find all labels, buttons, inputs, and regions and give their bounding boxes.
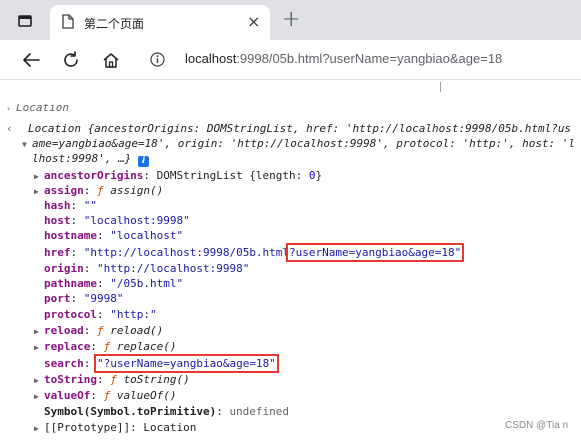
function-icon: ƒ bbox=[97, 324, 104, 337]
prop-hash: hash: "" bbox=[44, 199, 97, 212]
prop-valueOf[interactable]: ▶ valueOf: ƒ valueOf() bbox=[34, 388, 176, 403]
address-host: localhost bbox=[185, 51, 237, 66]
prop-replace[interactable]: ▶ replace: ƒ replace() bbox=[34, 339, 176, 354]
prop-ancestorOrigins[interactable]: ▶ ancestorOrigins: DOMStringList {length:… bbox=[34, 168, 322, 183]
prop-port: port: "9998" bbox=[44, 292, 124, 305]
close-tab-icon[interactable]: × bbox=[247, 14, 260, 30]
prop-host: host: "localhost:9998" bbox=[44, 214, 190, 227]
prop-href: href: "http://localhost:9998/05b.html?us… bbox=[44, 243, 465, 262]
prop-reload[interactable]: ▶ reload: ƒ reload() bbox=[34, 323, 163, 338]
reload-icon bbox=[64, 51, 78, 67]
site-info-icon[interactable] bbox=[150, 52, 165, 67]
prop-toString[interactable]: ▶ toString: ƒ toString() bbox=[34, 372, 190, 387]
prop-prototype[interactable]: ▶ [[Prototype]]: Location bbox=[34, 420, 196, 435]
expand-caret-icon: ▶ bbox=[34, 187, 39, 196]
prop-pathname: pathname: "/05b.html" bbox=[44, 277, 184, 290]
page-icon bbox=[62, 14, 74, 29]
bookmarks-separator bbox=[440, 82, 441, 92]
result-caret-icon: ‹ bbox=[6, 122, 13, 135]
expanded-caret-icon: ▼ bbox=[22, 140, 27, 149]
console-result-line[interactable]: ‹ Location {ancestorOrigins: DOMStringLis… bbox=[6, 121, 571, 136]
expand-caret-icon: ▶ bbox=[34, 343, 39, 352]
info-icon[interactable]: i bbox=[137, 156, 149, 167]
tab-strip: 第二个页面 × + bbox=[0, 0, 581, 40]
home-icon bbox=[103, 52, 119, 68]
caret-right-icon: › bbox=[6, 104, 11, 113]
tab-title: 第二个页面 bbox=[84, 17, 145, 31]
watermark: CSDN @Tia n bbox=[505, 420, 569, 431]
home-button[interactable] bbox=[98, 47, 124, 73]
expand-caret-icon: ▶ bbox=[34, 327, 39, 336]
console-panel: › Location ‹ Location {ancestorOrigins: DO… bbox=[0, 104, 581, 442]
address-path: :9998/05b.html?userName=yangbiao&age=18 bbox=[236, 51, 503, 66]
window-icon bbox=[18, 15, 32, 27]
prop-symbol-toPrimitive: Symbol(Symbol.toPrimitive): undefined bbox=[44, 405, 290, 418]
result-summary-wrap-1[interactable]: ▼ ame=yangbiao&age=18', origin: 'http://l… bbox=[22, 136, 575, 151]
href-query-highlight: ?userName=yangbiao&age=18" bbox=[286, 243, 465, 262]
address-bar[interactable]: localhost:9998/05b.html?userName=yangbia… bbox=[185, 51, 502, 66]
expand-caret-icon: ▶ bbox=[34, 376, 39, 385]
function-icon: ƒ bbox=[103, 340, 111, 353]
back-button[interactable] bbox=[18, 47, 44, 73]
function-icon: ƒ bbox=[103, 389, 111, 402]
result-summary-text: ancestorOrigins: DOMStringList, href: 'h… bbox=[94, 122, 572, 135]
tab-actions-button[interactable] bbox=[8, 8, 42, 34]
tab-active[interactable]: 第二个页面 × bbox=[50, 5, 270, 40]
bookmarks-bar bbox=[0, 80, 581, 104]
prop-protocol: protocol: "http:" bbox=[44, 308, 157, 321]
search-value-highlight: "?userName=yangbiao&age=18" bbox=[94, 354, 279, 373]
function-icon: ƒ bbox=[110, 373, 117, 386]
function-icon: ƒ bbox=[97, 184, 104, 197]
prop-origin: origin: "http://localhost:9998" bbox=[44, 262, 250, 275]
prop-assign[interactable]: ▶ assign: ƒ assign() bbox=[34, 183, 163, 198]
new-tab-button[interactable]: + bbox=[282, 9, 300, 31]
expand-caret-icon: ▶ bbox=[34, 392, 39, 401]
console-clipped-line: › Location bbox=[6, 104, 69, 115]
expand-caret-icon: ▶ bbox=[34, 172, 39, 181]
back-arrow-icon bbox=[23, 53, 40, 67]
browser-toolbar: localhost:9998/05b.html?userName=yangbia… bbox=[0, 40, 581, 80]
reload-button[interactable] bbox=[58, 47, 84, 73]
result-summary-wrap-2: lhost:9998', …} i bbox=[32, 151, 149, 167]
expand-caret-icon: ▶ bbox=[34, 424, 39, 433]
result-summary-prefix: Location { bbox=[28, 122, 95, 135]
prop-hostname: hostname: "localhost" bbox=[44, 229, 184, 242]
prop-search: search: "?userName=yangbiao&age=18" bbox=[44, 354, 279, 373]
